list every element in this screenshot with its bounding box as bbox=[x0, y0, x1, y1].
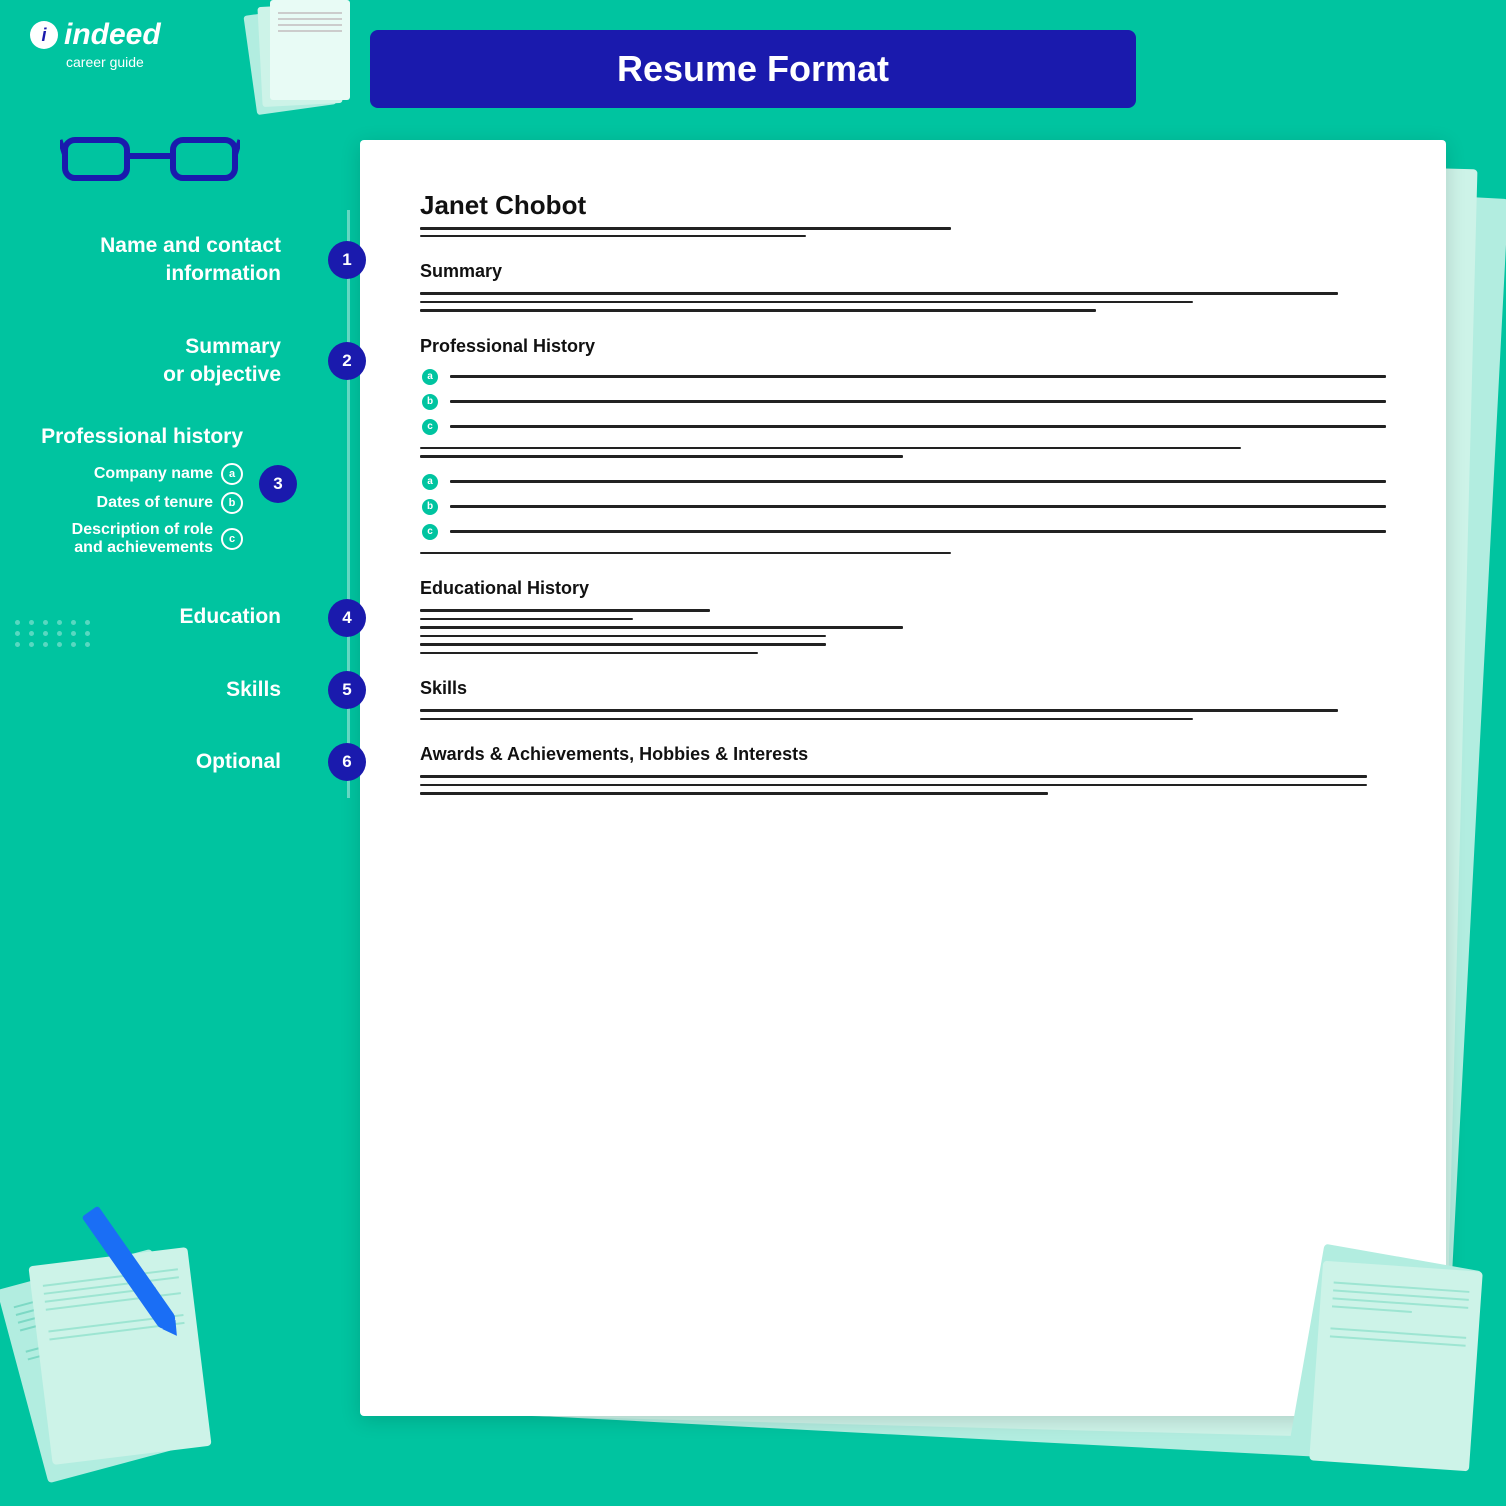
name-line-1 bbox=[420, 227, 951, 230]
header-bar: Resume Format bbox=[370, 30, 1136, 108]
resume-section-professional: Professional History bbox=[420, 336, 1386, 357]
sidebar-label-summary: Summaryor objective bbox=[20, 333, 281, 390]
sidebar-item-professional: Professional history Company name a Date… bbox=[0, 411, 350, 581]
sidebar-badge-6: 6 bbox=[328, 743, 366, 781]
edu-line-5 bbox=[420, 643, 826, 646]
sidebar-item-skills: Skills 5 bbox=[0, 654, 350, 726]
left-panel: Name and contactinformation 1 Summaryor … bbox=[0, 210, 350, 798]
bullet-a: a bbox=[420, 367, 440, 387]
bullet-b: b bbox=[420, 392, 440, 412]
bullet-a2: a bbox=[420, 472, 440, 492]
logo-area: indeed career guide bbox=[30, 18, 260, 70]
skills-line-1 bbox=[420, 709, 1338, 712]
awards-line-3 bbox=[420, 792, 1048, 795]
sidebar-sub-company: Company name a bbox=[20, 463, 243, 485]
sidebar-item-summary: Summaryor objective 2 bbox=[0, 311, 350, 412]
resume-bullet-row-c1: c bbox=[420, 417, 1386, 437]
indeed-logo: indeed bbox=[30, 18, 260, 52]
summary-line-3 bbox=[420, 309, 1096, 312]
sidebar-label-education: Education bbox=[20, 603, 281, 631]
prof-line-c1 bbox=[450, 425, 1386, 428]
resume-bullet-row-a1: a bbox=[420, 367, 1386, 387]
sidebar-item-optional: Optional 6 bbox=[0, 726, 350, 798]
resume-section-education: Educational History bbox=[420, 578, 1386, 599]
resume-bullet-row-b2: b bbox=[420, 497, 1386, 517]
sidebar-item-name-contact: Name and contactinformation 1 bbox=[0, 210, 350, 311]
sidebar-label-professional-group: Professional history Company name a Date… bbox=[20, 425, 243, 575]
awards-line-2 bbox=[420, 784, 1367, 787]
skills-line-2 bbox=[420, 718, 1193, 721]
indeed-logo-text: indeed bbox=[64, 18, 161, 52]
sidebar-label-optional: Optional bbox=[20, 748, 281, 776]
awards-line-1 bbox=[420, 775, 1367, 778]
prof-detail-2 bbox=[420, 455, 903, 458]
edu-line-2 bbox=[420, 618, 633, 621]
resume-paper: Janet Chobot Summary Professional Histor… bbox=[360, 140, 1446, 1416]
sidebar-label-skills: Skills bbox=[20, 676, 281, 704]
sidebar-sub-dates: Dates of tenure b bbox=[20, 492, 243, 514]
resume-bullet-row-c2: c bbox=[420, 522, 1386, 542]
prof-line-a1 bbox=[450, 375, 1386, 378]
sidebar-label-professional: Professional history bbox=[20, 425, 243, 449]
resume-section-awards: Awards & Achievements, Hobbies & Interes… bbox=[420, 744, 1386, 765]
prof-line-c2 bbox=[450, 530, 1386, 533]
bullet-b2: b bbox=[420, 497, 440, 517]
bullet-c2: c bbox=[420, 522, 440, 542]
letter-badge-c1: c bbox=[221, 528, 243, 550]
resume-section-summary: Summary bbox=[420, 261, 1386, 282]
br-paper-2 bbox=[1309, 1261, 1483, 1472]
resume-name: Janet Chobot bbox=[420, 190, 1386, 221]
sidebar-badge-2: 2 bbox=[328, 342, 366, 380]
edu-line-1 bbox=[420, 609, 710, 612]
resume-stack: Janet Chobot Summary Professional Histor… bbox=[360, 140, 1446, 1416]
sidebar-badge-5: 5 bbox=[328, 671, 366, 709]
edu-line-6 bbox=[420, 652, 758, 655]
glasses-icon bbox=[60, 120, 240, 190]
bottom-right-papers bbox=[1286, 1256, 1486, 1476]
sidebar-badge-1: 1 bbox=[328, 241, 366, 279]
prof-line-a2 bbox=[450, 480, 1386, 483]
sidebar-sub-description: Description of roleand achievements c bbox=[20, 521, 243, 557]
bullet-c: c bbox=[420, 417, 440, 437]
sidebar-label-name-contact: Name and contactinformation bbox=[20, 232, 281, 289]
summary-line-1 bbox=[420, 292, 1338, 295]
prof-line-b1 bbox=[450, 400, 1386, 403]
logo-subtitle: career guide bbox=[66, 54, 260, 70]
edu-line-3 bbox=[420, 626, 903, 629]
deco-paper-3 bbox=[270, 0, 350, 100]
letter-badge-a1: a bbox=[221, 463, 243, 485]
prof-detail-1 bbox=[420, 447, 1241, 450]
bl-paper-2 bbox=[28, 1247, 211, 1465]
letter-badge-b1: b bbox=[221, 492, 243, 514]
prof-line-b2 bbox=[450, 505, 1386, 508]
deco-papers-top bbox=[240, 0, 370, 130]
resume-section-skills: Skills bbox=[420, 678, 1386, 699]
summary-line-2 bbox=[420, 301, 1193, 304]
sidebar-badge-4: 4 bbox=[328, 599, 366, 637]
resume-bullet-row-b1: b bbox=[420, 392, 1386, 412]
page-title: Resume Format bbox=[400, 48, 1106, 90]
sidebar-item-education: Education 4 bbox=[0, 581, 350, 653]
prof-detail-3 bbox=[420, 552, 951, 555]
sidebar-badge-3: 3 bbox=[259, 465, 297, 503]
edu-line-4 bbox=[420, 635, 826, 638]
bottom-left-papers bbox=[20, 1236, 220, 1486]
resume-bullet-row-a2: a bbox=[420, 472, 1386, 492]
name-line-2 bbox=[420, 235, 806, 238]
indeed-logo-circle bbox=[30, 21, 58, 49]
